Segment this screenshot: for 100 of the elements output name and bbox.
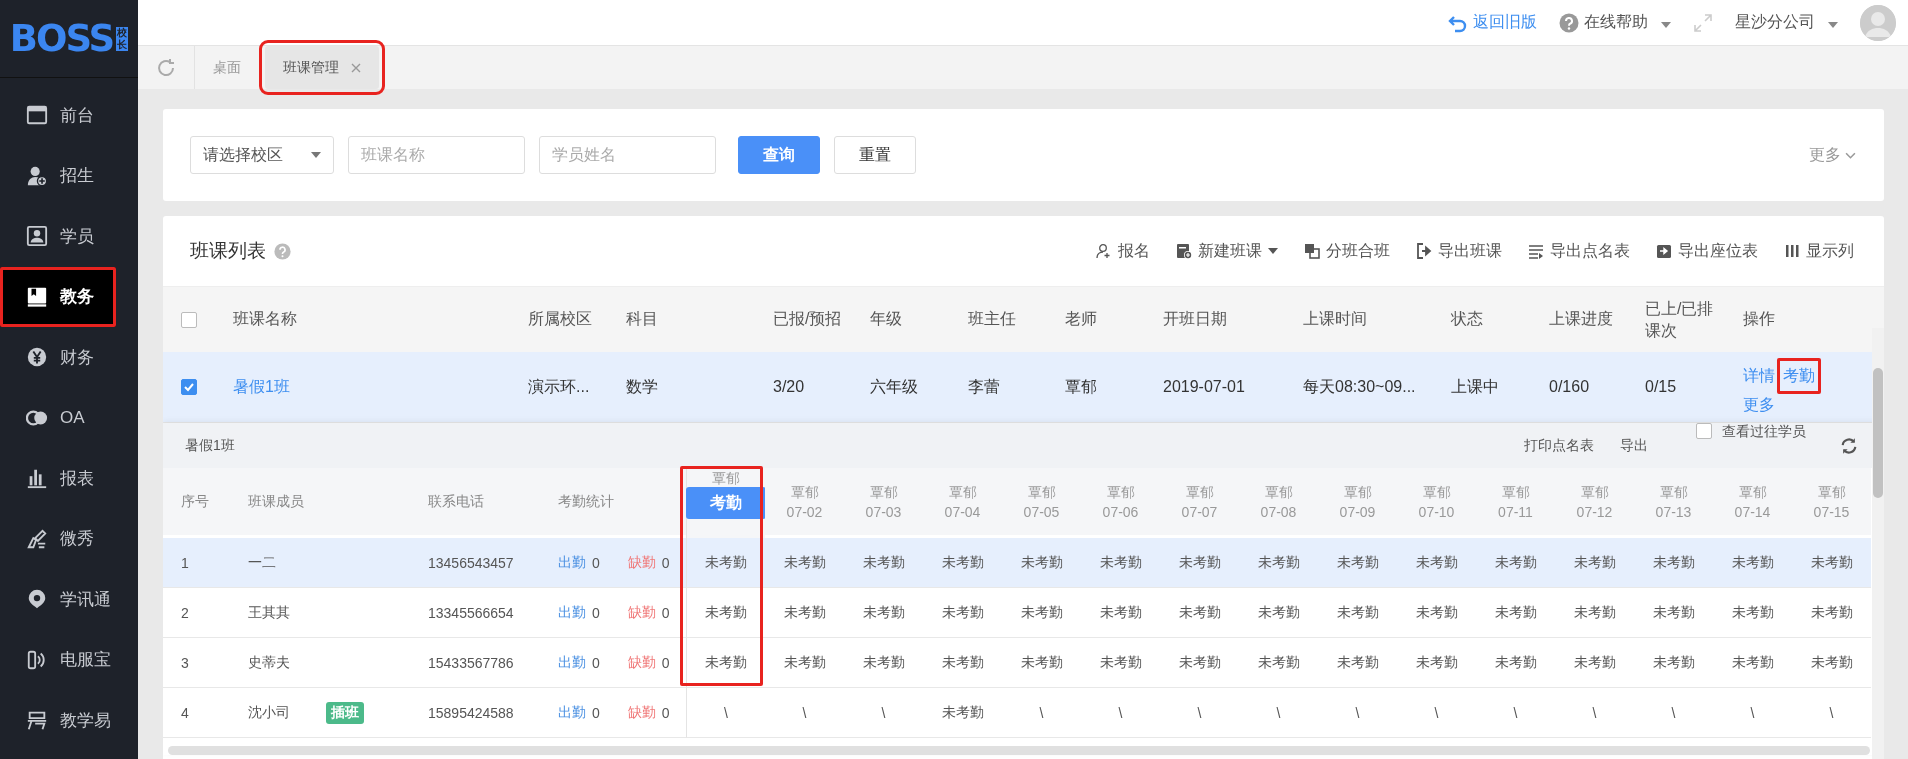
- student-name: 王其其: [248, 603, 290, 622]
- teacher-header: 覃郁: [1580, 482, 1609, 502]
- toolbar-button[interactable]: 导出点名表: [1528, 240, 1630, 262]
- attendance-cell: 未考勤: [1415, 653, 1458, 672]
- teacher-header: 覃郁: [1422, 482, 1451, 502]
- column-header: 上课进度: [1549, 309, 1613, 329]
- teacher-header: 覃郁: [948, 482, 977, 502]
- table-cell: 4: [181, 704, 189, 721]
- toolbar-button[interactable]: 导出班课: [1416, 240, 1502, 262]
- date-header: 07-12: [1576, 502, 1613, 522]
- sidebar-item[interactable]: 财务: [0, 327, 138, 388]
- reset-button[interactable]: 重置: [834, 136, 916, 174]
- attendance-cell: 未考勤: [1652, 653, 1695, 672]
- export-link[interactable]: 导出: [1620, 436, 1648, 455]
- teacher-header: 覃郁: [790, 482, 819, 502]
- table-cell-text: 覃郁: [1065, 376, 1097, 397]
- attendance-cell: 未考勤: [1178, 653, 1221, 672]
- sidebar-item[interactable]: 报表: [0, 448, 138, 509]
- table-cell: 15895424588: [428, 704, 514, 721]
- help-menu[interactable]: 在线帮助: [1559, 12, 1671, 33]
- date-header: 07-04: [944, 502, 981, 522]
- attendance-cell: \: [1750, 704, 1755, 721]
- attendance-cell: 未考勤: [705, 653, 747, 672]
- absent-count: 0: [661, 704, 670, 721]
- attendance-cell: \: [1829, 704, 1834, 721]
- attendance-cell: 未考勤: [705, 553, 747, 572]
- date-header: 07-11: [1498, 502, 1533, 522]
- attendance-cell: 未考勤: [1020, 603, 1063, 622]
- attendance-cell: \: [1276, 704, 1281, 721]
- logo-text: BOSS: [9, 17, 114, 60]
- table-cell-text: 演示环...: [528, 376, 590, 397]
- sidebar-item[interactable]: 微秀: [0, 508, 138, 569]
- present-label: 出勤: [558, 603, 586, 622]
- table-cell-text: 六年级: [870, 376, 918, 397]
- table-cell: 2: [181, 604, 189, 621]
- attendance-cell: 未考勤: [783, 653, 826, 672]
- attendance-cell: 未考勤: [941, 653, 984, 672]
- column-header: 已报/预招: [773, 309, 842, 329]
- teacher-header: 覃郁: [1817, 482, 1846, 502]
- attendance-cell: 未考勤: [1731, 553, 1774, 572]
- toolbar-button[interactable]: 报名: [1096, 240, 1150, 262]
- attendance-cell: 未考勤: [1099, 653, 1142, 672]
- attendance-cell: 未考勤: [1415, 553, 1458, 572]
- date-header: 07-09: [1339, 502, 1376, 522]
- branch-menu[interactable]: 星沙分公司: [1735, 12, 1838, 33]
- print-link[interactable]: 打印点名表: [1524, 436, 1594, 455]
- list-title: 班课列表: [190, 239, 266, 263]
- column-header: 操作: [1743, 309, 1775, 329]
- attendance-cell: 未考勤: [1178, 603, 1221, 622]
- attendance-cell: 未考勤: [1494, 553, 1537, 572]
- date-header: 07-08: [1260, 502, 1297, 522]
- attendance-cell: 未考勤: [1099, 553, 1142, 572]
- student-name-field[interactable]: 学员姓名: [539, 136, 716, 174]
- attendance-cell: 未考勤: [1810, 653, 1853, 672]
- column-header: 年级: [870, 309, 902, 329]
- attendance-cell: 未考勤: [1494, 653, 1537, 672]
- attendance-cell: 未考勤: [1257, 553, 1300, 572]
- date-header: 07-02: [786, 502, 823, 522]
- absent-label: 缺勤: [627, 653, 656, 672]
- table-cell: 15433567786: [428, 654, 514, 671]
- column-header: 上课时间: [1303, 309, 1367, 329]
- class-name-field[interactable]: 班课名称: [348, 136, 525, 174]
- teacher-header: 覃郁: [1027, 482, 1056, 502]
- toolbar-button[interactable]: 分班合班: [1304, 240, 1390, 262]
- attendance-cell: 未考勤: [941, 703, 984, 722]
- column-header: 科目: [626, 309, 658, 329]
- present-label: 出勤: [558, 553, 586, 572]
- attendance-cell: \: [1355, 704, 1360, 721]
- attendance-cell: 未考勤: [1257, 603, 1300, 622]
- attendance-cell: \: [802, 704, 807, 721]
- date-header: 07-10: [1418, 502, 1455, 522]
- attendance-cell: 未考勤: [1415, 603, 1458, 622]
- attendance-cell: \: [1197, 704, 1202, 721]
- present-count: 0: [592, 554, 600, 571]
- attendance-cell: 未考勤: [862, 653, 905, 672]
- date-header: 07-14: [1734, 502, 1771, 522]
- teacher-header: 覃郁: [1343, 482, 1372, 502]
- sidebar-item[interactable]: OA: [0, 387, 138, 448]
- attendance-cell: 未考勤: [1810, 603, 1853, 622]
- attendance-cell: 未考勤: [1336, 603, 1379, 622]
- column-header: 开班日期: [1163, 309, 1227, 329]
- sidebar-item[interactable]: 教务: [0, 266, 116, 327]
- column-header: 状态: [1451, 309, 1483, 329]
- present-count: 0: [592, 704, 600, 721]
- sidebar-item[interactable]: 教学易: [0, 690, 138, 751]
- toolbar-button[interactable]: 显示列: [1784, 240, 1854, 262]
- sidebar-item[interactable]: 招生: [0, 145, 138, 206]
- attendance-cell: 未考勤: [1336, 553, 1379, 572]
- teacher-header: 覃郁: [712, 471, 740, 485]
- toolbar-button[interactable]: 新建班课: [1176, 240, 1278, 262]
- sidebar-item[interactable]: 学员: [0, 206, 138, 267]
- sidebar-item[interactable]: 学讯通: [0, 569, 138, 630]
- sidebar-item[interactable]: 前台: [0, 85, 138, 146]
- attendance-cell: \: [1039, 704, 1044, 721]
- absent-label: 缺勤: [627, 603, 656, 622]
- toolbar-button[interactable]: 导出座位表: [1656, 240, 1758, 262]
- panel-title: 暑假1班: [185, 436, 235, 455]
- sidebar-item[interactable]: 电服宝: [0, 629, 138, 690]
- teacher-header: 覃郁: [1264, 482, 1293, 502]
- campus-select[interactable]: 请选择校区: [190, 136, 334, 174]
